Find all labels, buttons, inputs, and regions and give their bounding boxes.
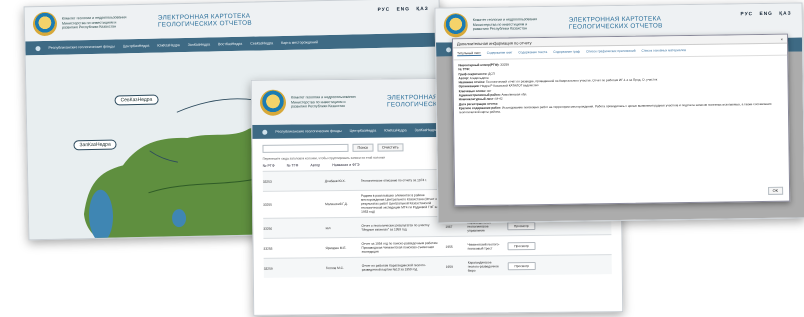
clear-button[interactable]: Очистить: [376, 143, 404, 152]
ministry-name: Комитет геологии и недропользования Мини…: [61, 15, 127, 30]
lang-kz[interactable]: ҚАЗ: [779, 12, 791, 17]
nav-item-rgf[interactable]: Республиканские геологические фонды: [48, 44, 114, 49]
table-row[interactable]: 33259 Голлов М.С. Отчет по работам Караган…: [263, 254, 612, 278]
lang-ru[interactable]: РУС: [378, 8, 391, 13]
details-screen: Комитет геологии и недропользования Мини…: [434, 2, 804, 224]
lang-ru[interactable]: РУС: [741, 12, 754, 17]
nav-item-rgf[interactable]: Республиканские геологические фонды: [275, 129, 341, 134]
language-switcher: РУС ENG ҚАЗ: [737, 12, 792, 18]
view-button[interactable]: Просмотр: [507, 241, 536, 250]
ministry-name: Комитет геологии и недропользования Мини…: [290, 95, 356, 109]
tab-text-contents[interactable]: Содержание текста: [518, 50, 547, 55]
view-button[interactable]: Просмотр: [507, 221, 536, 230]
region-label-zapkaznedra[interactable]: ЗапКазНедра: [73, 139, 117, 151]
ok-button[interactable]: OK: [767, 186, 784, 195]
report-details-dialog: Дополнительная информация по отчету × Ти…: [451, 33, 791, 207]
nav-item-west[interactable]: ЗапКазНедра: [188, 42, 211, 46]
app-title: ЭЛЕКТРОННАЯ КАРТОТЕКА ГЕОЛОГИЧЕСКИХ ОТЧЕ…: [157, 12, 252, 29]
state-emblem-icon: [32, 11, 58, 37]
nav-item-south[interactable]: ЮжКазНедра: [157, 43, 179, 47]
tab-book-contents[interactable]: Содержание книг: [487, 50, 513, 55]
tab-graphic-appendices[interactable]: Список графических приложений: [586, 49, 636, 55]
tab-title-page[interactable]: Титульный лист: [457, 50, 481, 57]
dialog-title: Дополнительная информация по отчету: [456, 40, 532, 47]
report-fields: Инвентарный номер(РГФ): 33259 № ТГФ: Гри…: [453, 56, 788, 118]
nav-item-north[interactable]: СевКазНедра: [250, 41, 273, 45]
tab-graph-contents[interactable]: Содержание граф: [553, 50, 580, 55]
search-input[interactable]: [262, 143, 349, 153]
nav-item-east[interactable]: ВостКазНедра: [218, 42, 242, 47]
region-label-sevkaznedra[interactable]: СевКазНедра: [114, 94, 159, 106]
state-emblem-icon: [443, 13, 468, 38]
view-button[interactable]: Просмотр: [507, 261, 536, 270]
nav-item-center[interactable]: ЦентрКазНедра: [123, 44, 150, 49]
search-button[interactable]: Поиск: [352, 143, 374, 152]
home-icon[interactable]: [262, 129, 268, 135]
tab-main-materials[interactable]: Список основных материалов: [642, 48, 686, 54]
nav-item-south[interactable]: ЮжКазНедра: [384, 128, 406, 132]
col-author[interactable]: Автор: [310, 163, 320, 167]
col-title[interactable]: Название и ФГЭ: [332, 163, 359, 167]
home-icon[interactable]: [446, 46, 452, 52]
collage: Комитет геологии и недропользования Мини…: [0, 0, 804, 317]
app-title: ЭЛЕКТРОННАЯ КАРТОТЕКА ГЕОЛОГИЧЕСКИХ ОТЧЕ…: [568, 15, 663, 31]
home-icon[interactable]: [35, 45, 41, 51]
ministry-name: Комитет геологии и недропользования Мини…: [472, 17, 538, 32]
nav-item-deposits-map[interactable]: Карта месторождений: [281, 40, 318, 45]
nav-item-center[interactable]: ЦентрКазНедра: [350, 129, 377, 133]
lang-en[interactable]: ENG: [397, 7, 411, 12]
col-tgf[interactable]: № ТГФ: [287, 163, 299, 167]
close-icon[interactable]: ×: [781, 37, 783, 42]
language-switcher: РУС ENG ҚАЗ: [374, 7, 429, 13]
state-emblem-icon: [259, 89, 287, 116]
col-rgf[interactable]: № РГФ: [263, 164, 275, 168]
nav-item-west[interactable]: ЗапКазНедра: [415, 128, 437, 132]
lang-en[interactable]: ENG: [759, 12, 772, 17]
lang-kz[interactable]: ҚАЗ: [416, 7, 429, 12]
